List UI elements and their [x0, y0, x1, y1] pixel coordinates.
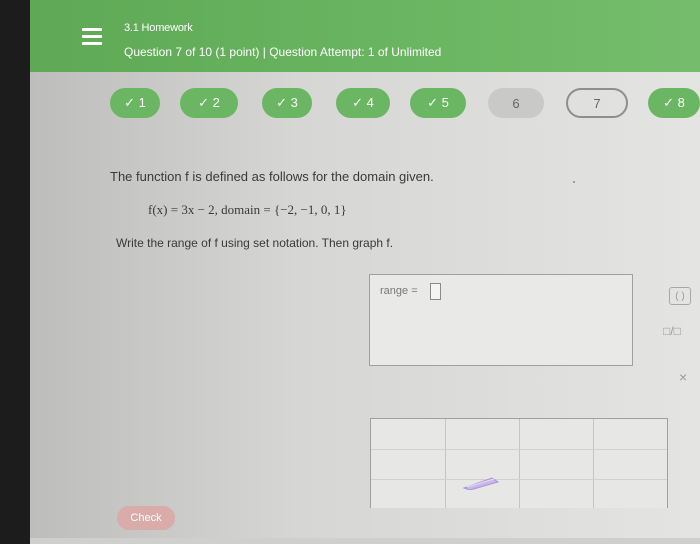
pencil-icon[interactable]	[462, 476, 502, 490]
clear-tool[interactable]: ×	[679, 369, 687, 385]
parentheses-tool[interactable]: ( )	[669, 287, 691, 305]
question-nav-4[interactable]: ✓ 4	[336, 88, 390, 118]
question-nav-2[interactable]: ✓ 2	[180, 88, 238, 118]
question-nav-7[interactable]: 7	[566, 88, 628, 118]
check-button[interactable]: Check	[117, 506, 175, 530]
question-nav-1[interactable]: ✓ 1	[110, 88, 160, 118]
question-info: Question 7 of 10 (1 point) | Question At…	[124, 45, 442, 59]
question-nav-3[interactable]: ✓ 3	[262, 88, 312, 118]
fraction-tool[interactable]: □/□	[663, 324, 681, 338]
bottom-strip	[30, 538, 700, 544]
question-nav-8[interactable]: ✓ 8	[648, 88, 700, 118]
graph-area[interactable]	[370, 418, 668, 508]
menu-icon[interactable]	[82, 28, 102, 46]
question-nav-6[interactable]: 6	[488, 88, 544, 118]
question-nav-5[interactable]: ✓ 5	[410, 88, 466, 118]
homework-title: 3.1 Homework	[124, 22, 193, 34]
problem-statement: The function f is defined as follows for…	[110, 169, 434, 184]
header-bar	[30, 0, 700, 72]
problem-instruction: Write the range of f using set notation.…	[116, 236, 394, 250]
function-definition: f(x) = 3x − 2, domain = {−2, −1, 0, 1}	[148, 202, 347, 217]
range-label: range =	[380, 285, 418, 297]
stray-dot	[573, 181, 575, 183]
range-input[interactable]	[430, 283, 441, 300]
